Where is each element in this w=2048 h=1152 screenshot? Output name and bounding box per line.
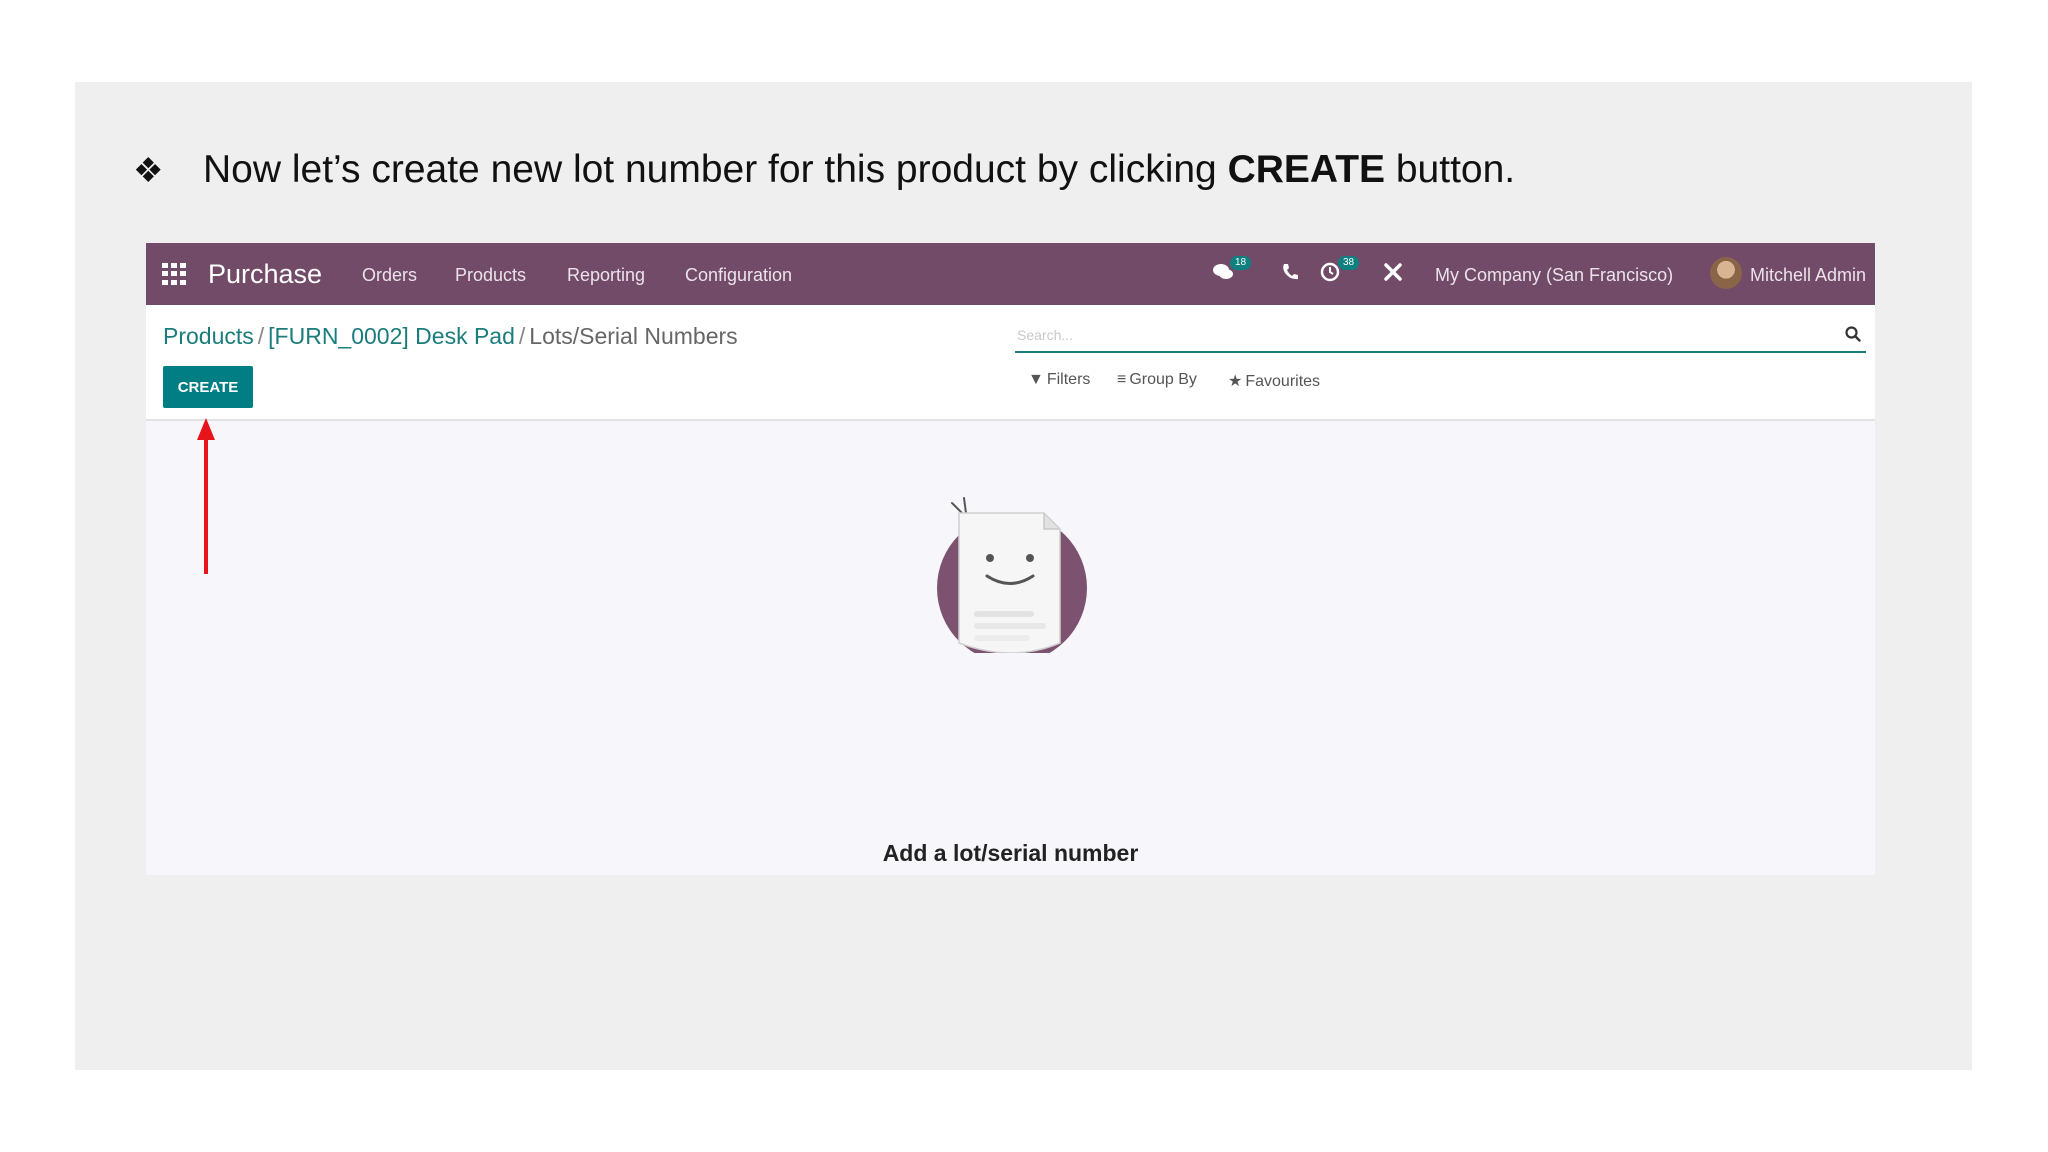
- favourites-label: Favourites: [1245, 373, 1321, 390]
- group-by-button[interactable]: ≡ Group By: [1117, 371, 1197, 389]
- create-button[interactable]: CREATE: [163, 366, 253, 408]
- phone-button[interactable]: [1280, 261, 1300, 287]
- tools-icon: [1384, 263, 1402, 281]
- bullet-icon: ❖: [133, 152, 164, 190]
- menu-products[interactable]: Products: [455, 265, 526, 286]
- breadcrumb-separator: /: [518, 323, 526, 349]
- activities-button[interactable]: 38: [1320, 256, 1360, 287]
- control-panel: Products / [FURN_0002] Desk Pad / Lots/Seria…: [146, 305, 1875, 421]
- menu-reporting[interactable]: Reporting: [567, 265, 645, 286]
- breadcrumb-product[interactable]: [FURN_0002] Desk Pad: [268, 323, 515, 349]
- menu-orders[interactable]: Orders: [362, 265, 417, 286]
- top-navbar: Purchase Orders Products Reporting Confi…: [146, 243, 1875, 305]
- red-arrow-annotation: [197, 418, 215, 574]
- filters-label: Filters: [1046, 371, 1091, 388]
- apps-grid-icon[interactable]: [162, 263, 186, 285]
- instruction-text-start: Now let’s create new lot number for this…: [203, 148, 1228, 191]
- empty-document-illustration: [937, 497, 1087, 653]
- instruction-text-end: button.: [1385, 148, 1516, 191]
- search-input[interactable]: [1017, 321, 1817, 349]
- filter-icon: ▼: [1028, 371, 1044, 388]
- user-avatar[interactable]: [1710, 257, 1742, 289]
- odoo-app-screenshot: Purchase Orders Products Reporting Confi…: [146, 243, 1875, 875]
- messages-badge: 18: [1230, 256, 1252, 270]
- breadcrumb: Products / [FURN_0002] Desk Pad / Lots/Seria…: [163, 323, 738, 350]
- search-icon[interactable]: [1844, 325, 1862, 343]
- activities-badge: 38: [1338, 256, 1360, 270]
- menu-configuration[interactable]: Configuration: [685, 265, 792, 286]
- user-menu[interactable]: Mitchell Admin: [1750, 265, 1866, 286]
- phone-icon: [1283, 264, 1298, 280]
- debug-tools-button[interactable]: [1382, 261, 1404, 287]
- instruction-text-bold: CREATE: [1227, 148, 1386, 191]
- star-icon: ★: [1228, 373, 1243, 390]
- empty-state-title: Add a lot/serial number: [882, 840, 1139, 866]
- company-switcher[interactable]: My Company (San Francisco): [1435, 265, 1673, 286]
- messages-button[interactable]: 18: [1212, 256, 1252, 287]
- breadcrumb-products[interactable]: Products: [163, 323, 254, 349]
- instruction-text: ❖ Now let’s create new lot number for thi…: [133, 148, 1515, 192]
- group-by-label: Group By: [1129, 371, 1197, 388]
- breadcrumb-current: Lots/Serial Numbers: [529, 323, 738, 349]
- breadcrumb-separator: /: [257, 323, 265, 349]
- search-bar: [1015, 319, 1866, 353]
- list-icon: ≡: [1117, 371, 1127, 388]
- favourites-button[interactable]: ★ Favourites: [1228, 371, 1320, 391]
- filters-button[interactable]: ▼ Filters: [1028, 371, 1090, 389]
- app-title[interactable]: Purchase: [208, 259, 322, 290]
